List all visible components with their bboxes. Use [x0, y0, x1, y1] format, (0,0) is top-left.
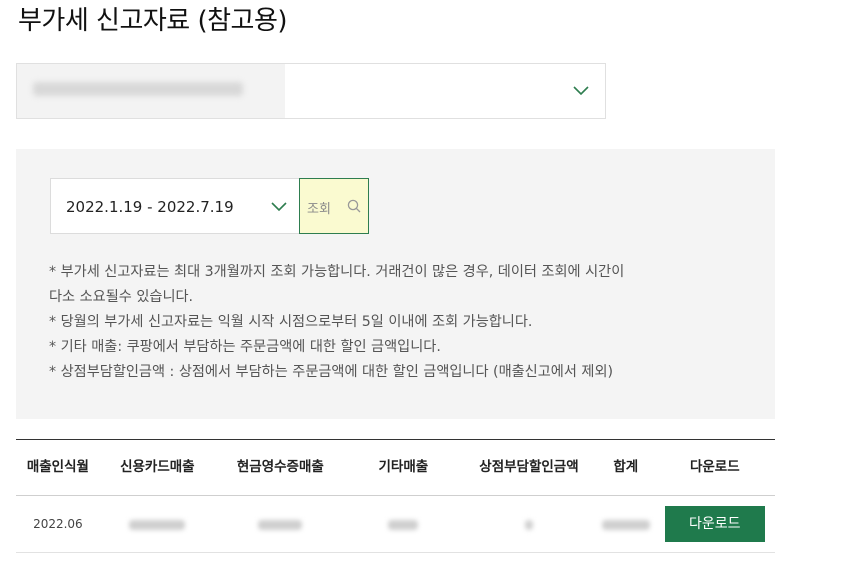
column-header-cash-receipt: 현금영수증매출	[214, 439, 346, 496]
vat-report-table: 매출인식월 신용카드매출 현금영수증매출 기타매출 상점부담할인금액 합계 다운…	[16, 439, 775, 553]
notice-line: 다소 소요될수 있습니다.	[49, 289, 194, 305]
cell-month: 2022.06	[16, 495, 100, 553]
cell-store-discount	[460, 495, 598, 553]
column-header-month: 매출인식월	[16, 439, 100, 496]
notice-list: * 부가세 신고자료는 최대 3개월까지 조회 가능합니다. 거래건이 많은 경…	[49, 260, 749, 385]
store-name-blurred	[17, 64, 285, 118]
search-icon	[347, 199, 361, 213]
filter-panel: 2022.1.19 - 2022.7.19 조회 * 부가세 신고자료는 최대 …	[16, 149, 775, 419]
search-button[interactable]: 조회	[299, 178, 369, 234]
cell-total	[597, 495, 655, 553]
cell-other-sales	[345, 495, 461, 553]
column-header-download: 다운로드	[654, 439, 775, 496]
column-header-total: 합계	[597, 439, 655, 496]
chevron-down-icon	[271, 202, 287, 212]
cell-credit-card	[99, 495, 215, 553]
column-header-credit-card: 신용카드매출	[99, 439, 215, 496]
cell-download: 다운로드	[654, 495, 775, 553]
chevron-down-icon	[573, 86, 589, 96]
column-header-store-discount: 상점부담할인금액	[460, 439, 598, 496]
table-header-row: 매출인식월 신용카드매출 현금영수증매출 기타매출 상점부담할인금액 합계 다운…	[16, 439, 775, 496]
download-button[interactable]: 다운로드	[664, 506, 765, 542]
store-select[interactable]	[16, 63, 606, 119]
column-header-other-sales: 기타매출	[345, 439, 461, 496]
table-row: 2022.06 다운로드	[16, 495, 775, 553]
notice-line: * 당월의 부가세 신고자료는 익월 시작 시점으로부터 5일 이내에 조회 가…	[49, 314, 533, 330]
page-title: 부가세 신고자료 (참고용)	[18, 6, 288, 36]
notice-line: * 상점부담할인금액 : 상점에서 부담하는 주문금액에 대한 할인 금액입니다…	[49, 364, 614, 380]
date-range-value: 2022.1.19 - 2022.7.19	[66, 198, 234, 216]
notice-line: * 부가세 신고자료는 최대 3개월까지 조회 가능합니다. 거래건이 많은 경…	[49, 264, 625, 280]
search-button-label: 조회	[307, 202, 331, 217]
notice-line: * 기타 매출: 쿠팡에서 부담하는 주문금액에 대한 할인 금액입니다.	[49, 339, 441, 355]
store-name-text	[33, 82, 243, 96]
cell-cash-receipt	[214, 495, 346, 553]
date-range-select[interactable]: 2022.1.19 - 2022.7.19	[50, 178, 300, 234]
